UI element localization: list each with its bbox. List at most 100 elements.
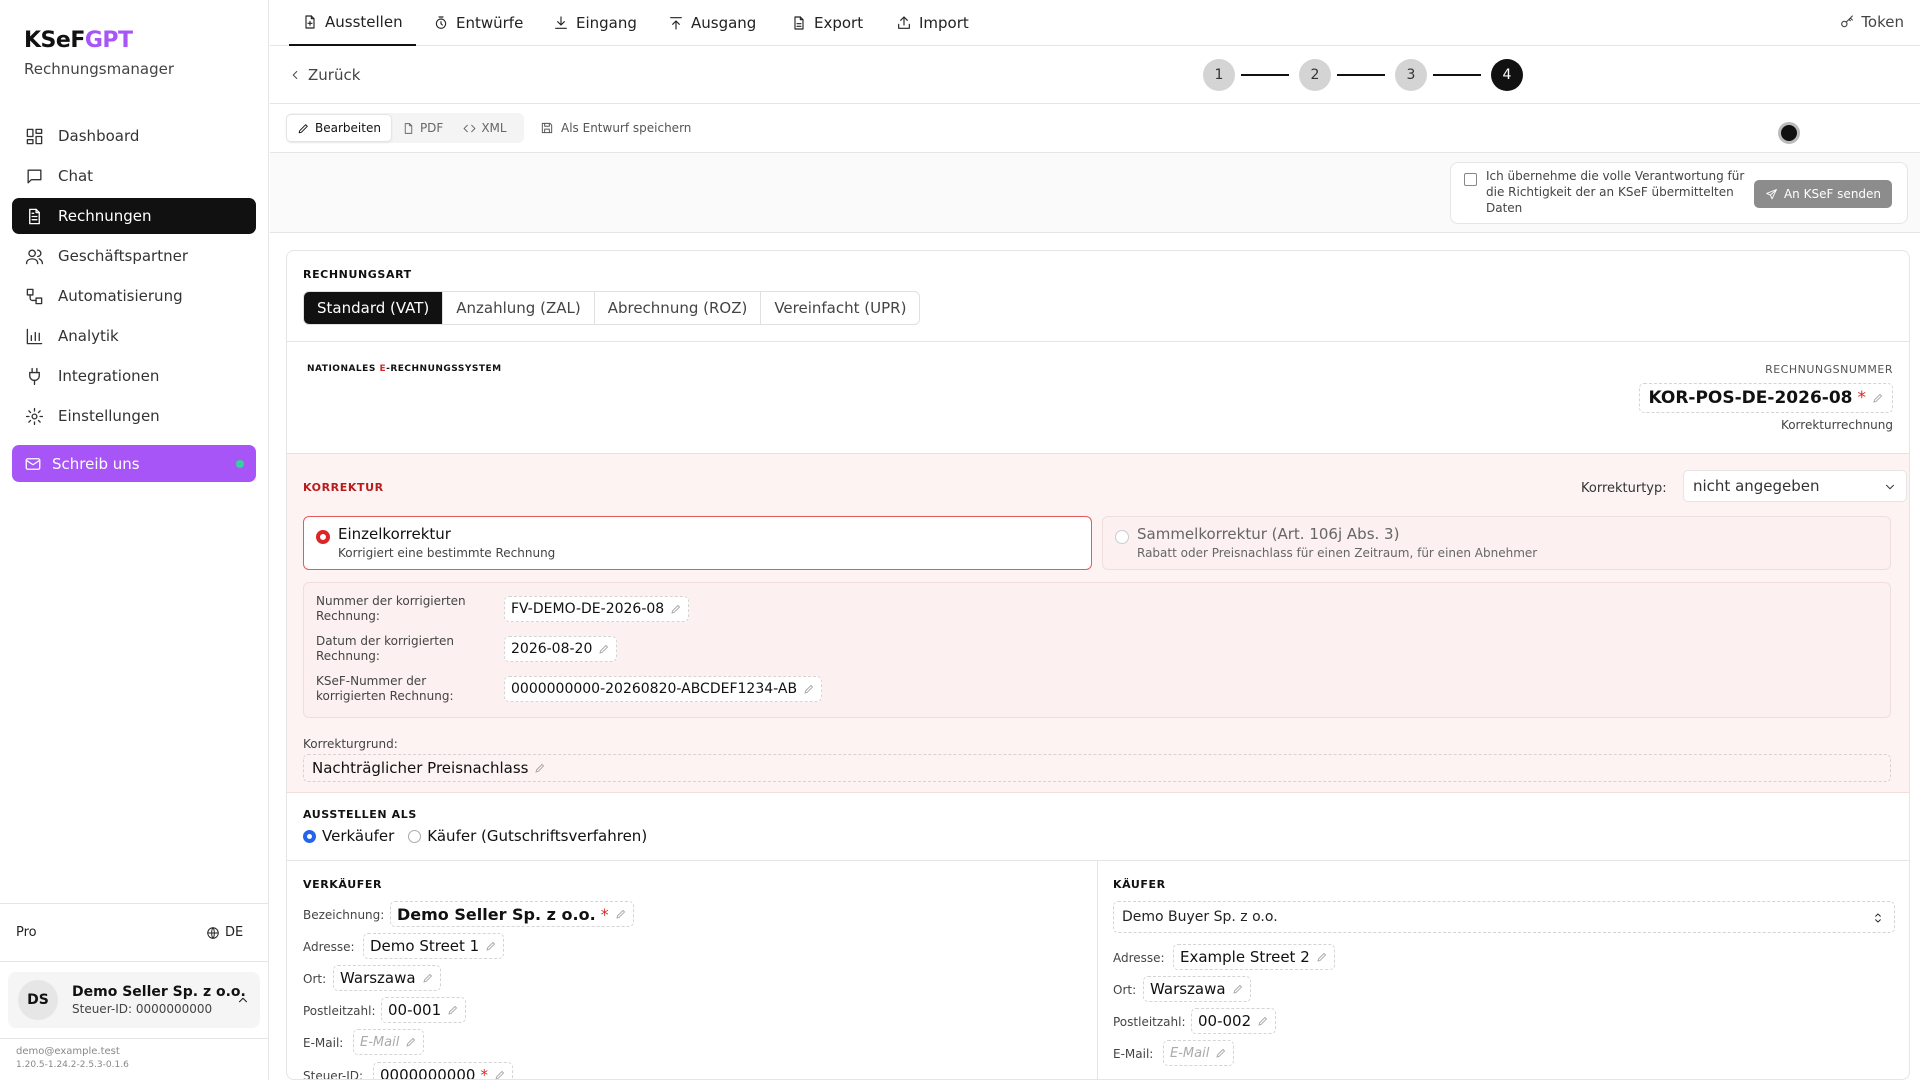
app-logo[interactable]: KSeFGPT: [24, 28, 133, 53]
corrected-invoice-date-field[interactable]: 2026-08-20: [504, 636, 618, 662]
single-correction-radio[interactable]: [316, 530, 330, 544]
invoice-type-selector: Standard (VAT) Anzahlung (ZAL) Abrechnun…: [303, 291, 921, 325]
seller-city-field[interactable]: Warszawa: [333, 965, 441, 991]
buyer-title: KÄUFER: [1113, 878, 1166, 891]
step-2[interactable]: 2: [1299, 59, 1331, 91]
seller-email-field[interactable]: E-Mail: [353, 1029, 425, 1055]
invoice-type-zal[interactable]: Anzahlung (ZAL): [443, 292, 595, 324]
pencil-icon: [1233, 984, 1242, 994]
pencil-icon: [423, 973, 432, 983]
seller-title: VERKÄUFER: [303, 878, 383, 891]
tab-entwuerfe[interactable]: Entwürfe: [420, 0, 536, 46]
sidebar-item-geschaeftspartner[interactable]: Geschäftspartner: [12, 238, 256, 274]
sidebar-item-dashboard[interactable]: Dashboard: [12, 118, 256, 154]
buyer-select[interactable]: Demo Buyer Sp. z o.o.: [1113, 901, 1895, 933]
user-menu[interactable]: DS Demo Seller Sp. z o.o. Steuer-ID: 000…: [8, 972, 260, 1028]
sidebar-item-einstellungen[interactable]: Einstellungen: [12, 398, 256, 434]
tab-ausgang[interactable]: Ausgang: [655, 0, 769, 46]
sidebar-item-label: Automatisierung: [58, 287, 183, 305]
required-marker: *: [480, 1066, 488, 1080]
sidebar-item-integrationen[interactable]: Integrationen: [12, 358, 256, 394]
pencil-icon: [535, 763, 545, 773]
logo-accent-text: GPT: [84, 28, 133, 53]
contact-us-label: Schreib uns: [52, 454, 140, 473]
required-marker: *: [600, 904, 609, 924]
divider: [287, 860, 1909, 861]
step-1[interactable]: 1: [1203, 59, 1235, 91]
collective-correction-radio[interactable]: [1115, 530, 1129, 544]
back-label: Zurück: [308, 66, 361, 84]
back-button[interactable]: Zurück: [288, 66, 360, 84]
issue-as-seller-label[interactable]: Verkäufer: [322, 827, 394, 845]
buyer-city-field[interactable]: Warszawa: [1143, 976, 1251, 1002]
correction-section: KORREKTUR Korrekturtyp: nicht angegeben …: [287, 453, 1909, 793]
field-value: 00-001: [388, 1001, 442, 1019]
buyer-zip-field[interactable]: 00-002: [1191, 1008, 1277, 1034]
floating-assistant-button[interactable]: [1778, 122, 1800, 144]
step-4[interactable]: 4: [1491, 59, 1523, 91]
invoice-type-upr[interactable]: Vereinfacht (UPR): [761, 292, 919, 324]
issue-as-buyer-label[interactable]: Käufer (Gutschriftsverfahren): [427, 827, 647, 845]
edit-view-button[interactable]: Bearbeiten: [286, 114, 392, 142]
sidebar-item-chat[interactable]: Chat: [12, 158, 256, 194]
save-draft-label: Als Entwurf speichern: [561, 121, 692, 135]
corrected-invoice-number-field[interactable]: FV-DEMO-DE-2026-08: [504, 596, 690, 622]
code-icon: [463, 124, 476, 132]
language-switcher[interactable]: DE: [206, 925, 243, 940]
correction-reason-field[interactable]: Nachträglicher Preisnachlass: [303, 754, 1891, 782]
pencil-icon: [1317, 952, 1326, 962]
invoice-type-roz[interactable]: Abrechnung (ROZ): [595, 292, 762, 324]
sidebar-item-analytik[interactable]: Analytik: [12, 318, 256, 354]
field-value: 00-002: [1198, 1012, 1252, 1030]
xml-view-button[interactable]: XML: [453, 114, 516, 142]
invoice-number-label: RECHNUNGSNUMMER: [1765, 363, 1893, 376]
tab-ausstellen[interactable]: Ausstellen: [289, 0, 416, 46]
correction-type-select[interactable]: nicht angegeben: [1683, 470, 1907, 502]
tab-label: Import: [919, 14, 969, 32]
step-3[interactable]: 3: [1395, 59, 1427, 91]
invoice-number-value: KOR-POS-DE-2026-08: [1648, 388, 1853, 408]
send-to-ksef-button[interactable]: An KSeF senden: [1754, 180, 1892, 208]
pencil-icon: [495, 1070, 505, 1079]
sidebar-item-label: Integrationen: [58, 367, 160, 385]
seller-address-field[interactable]: Demo Street 1: [363, 933, 505, 959]
tab-eingang[interactable]: Eingang: [540, 0, 650, 46]
contact-us-button[interactable]: Schreib uns: [12, 445, 256, 482]
buyer-email-field[interactable]: E-Mail: [1163, 1040, 1235, 1066]
edit-label: Bearbeiten: [315, 121, 381, 135]
online-status-dot: [236, 460, 244, 468]
issue-as-seller-radio[interactable]: [303, 829, 316, 843]
buyer-address-field[interactable]: Example Street 2: [1173, 944, 1335, 970]
token-button[interactable]: Token: [1839, 13, 1904, 31]
invoice-number-field[interactable]: KOR-POS-DE-2026-08 *: [1639, 383, 1893, 413]
token-label: Token: [1861, 13, 1904, 31]
correction-reason-value: Nachträglicher Preisnachlass: [312, 759, 529, 777]
pencil-icon: [1216, 1048, 1226, 1058]
single-correction-option[interactable]: Einzelkorrektur Korrigiert eine bestimmt…: [303, 516, 1092, 570]
seller-zip-field[interactable]: 00-001: [381, 997, 467, 1023]
user-tax-id: Steuer-ID: 0000000000: [72, 1002, 213, 1016]
file-plus-icon: [305, 15, 315, 29]
field-placeholder: E-Mail: [1170, 1045, 1210, 1061]
tab-import[interactable]: Import: [883, 0, 982, 46]
save-draft-button[interactable]: Als Entwurf speichern: [540, 113, 691, 143]
field-value: Warszawa: [340, 969, 416, 987]
pdf-view-button[interactable]: PDF: [392, 114, 453, 142]
collective-correction-option[interactable]: Sammelkorrektur (Art. 106j Abs. 3) Rabat…: [1102, 516, 1891, 570]
seller-taxid-field[interactable]: 0000000000 *: [373, 1062, 513, 1080]
top-navigation: Ausstellen Entwürfe Eingang Ausgang Expo…: [270, 0, 1920, 46]
divider: [0, 961, 269, 962]
sidebar-item-rechnungen[interactable]: Rechnungen: [12, 198, 256, 234]
save-icon: [541, 122, 553, 134]
sidebar-item-label: Einstellungen: [58, 407, 160, 425]
issue-as-buyer-radio[interactable]: [408, 829, 422, 843]
responsibility-checkbox[interactable]: [1464, 173, 1477, 186]
corrected-ksef-number-field[interactable]: 0000000000-20260820-ABCDEF1234-AB: [504, 676, 823, 702]
sidebar-item-automatisierung[interactable]: Automatisierung: [12, 278, 256, 314]
tab-export[interactable]: Export: [778, 0, 876, 46]
seller-name-field[interactable]: Demo Seller Sp. z o.o. *: [390, 901, 634, 927]
option-description: Korrigiert eine bestimmte Rechnung: [338, 546, 556, 560]
dashboard-icon: [26, 128, 43, 144]
invoice-type-standard[interactable]: Standard (VAT): [304, 292, 444, 324]
field-value: Demo Seller Sp. z o.o.: [397, 904, 596, 924]
